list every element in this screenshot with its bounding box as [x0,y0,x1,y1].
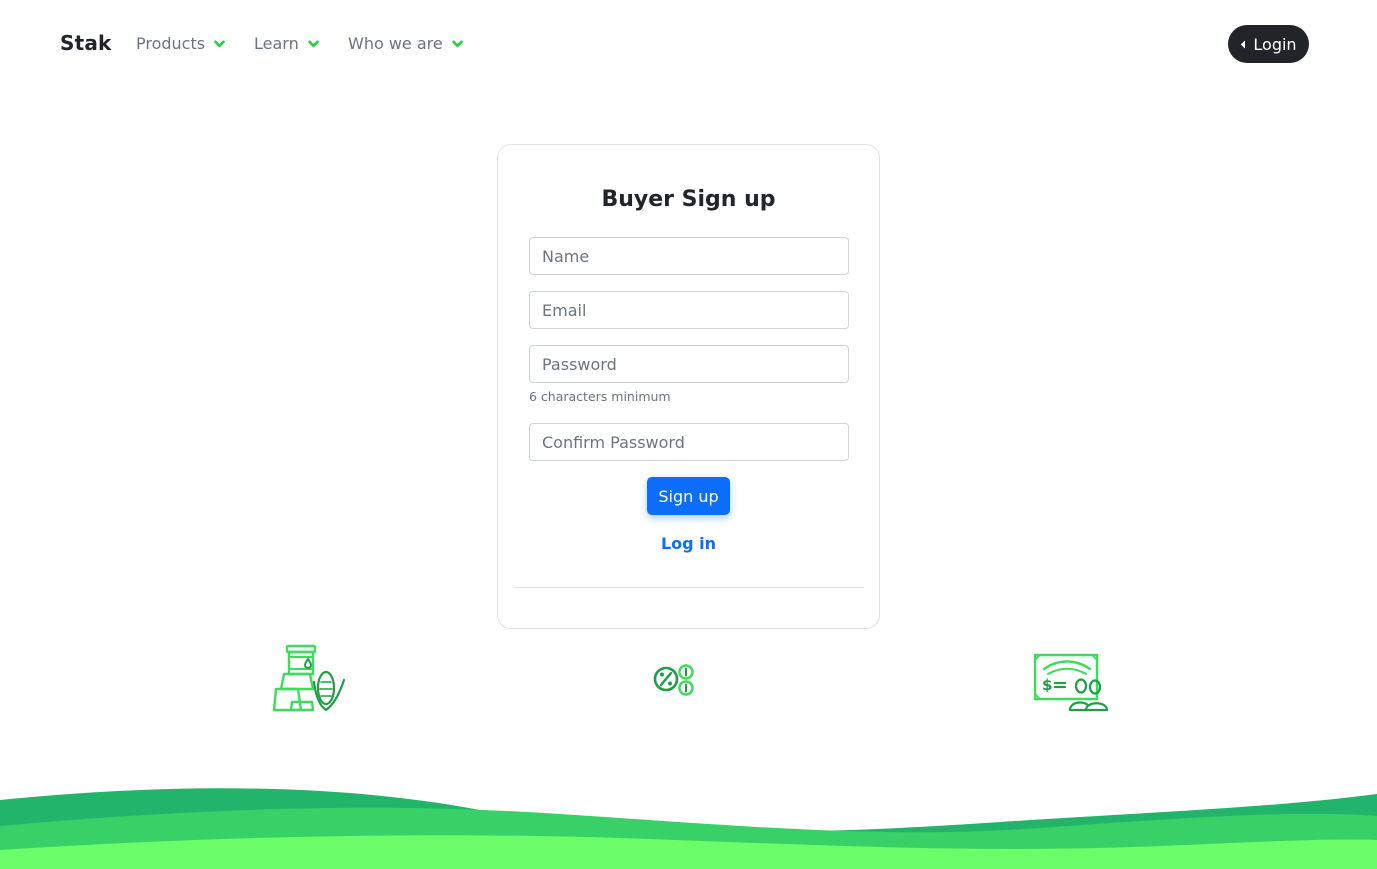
top-navbar: Stak Products Learn Who we are Login [0,0,1377,88]
nav-products-dropdown[interactable]: Products [136,34,225,53]
nav-who-we-are-label: Who we are [348,34,443,53]
login-button-label: Login [1253,34,1297,54]
card-divider [514,587,864,588]
caret-left-icon [1241,40,1246,48]
name-input[interactable] [529,237,849,275]
email-input[interactable] [529,291,849,329]
password-input[interactable] [529,345,849,383]
chevron-down-icon [451,40,463,47]
nav-who-we-are-dropdown[interactable]: Who we are [348,34,463,53]
percent-exchange-icon [653,664,694,696]
login-link[interactable]: Log in [498,534,879,553]
payment-icon: $ [1033,653,1109,712]
chevron-down-icon [307,40,319,47]
chevron-down-icon [214,40,225,47]
commodities-icon [272,644,346,712]
form-title: Buyer Sign up [601,187,776,212]
nav-products-label: Products [136,34,206,53]
login-button[interactable]: Login [1228,25,1309,63]
nav-learn-dropdown[interactable]: Learn [254,34,319,53]
footer-waves [0,788,1377,869]
svg-text:$: $ [1042,676,1052,694]
nav-learn-label: Learn [254,34,299,53]
signup-button[interactable]: Sign up [647,477,730,515]
brand-logo[interactable]: Stak [60,31,112,55]
password-hint: 6 characters minimum [529,389,671,404]
signup-card: Buyer Sign up 6 characters minimum Sign … [497,144,880,629]
confirm-password-input[interactable] [529,423,849,461]
page: Stak Products Learn Who we are Login Buy… [0,0,1377,869]
